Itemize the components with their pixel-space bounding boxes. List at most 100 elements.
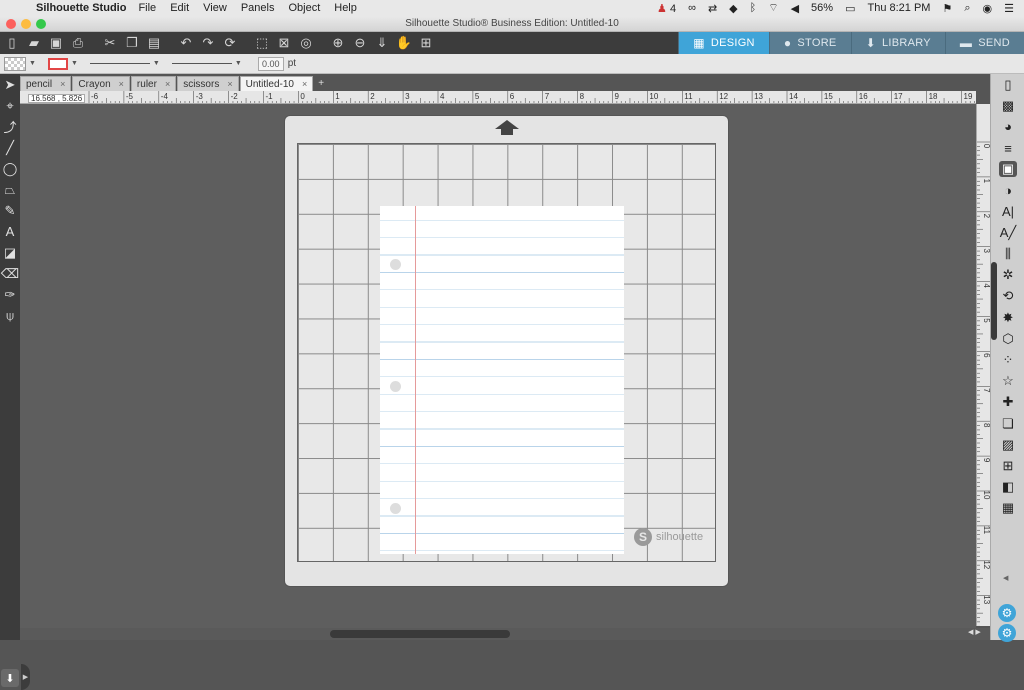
notification-status[interactable]: ♟ 4	[657, 2, 676, 15]
new-document-icon[interactable]: ▯	[2, 33, 22, 53]
line-style-selector[interactable]	[89, 63, 150, 64]
fill-tool-icon[interactable]: ◪	[0, 242, 20, 263]
save-icon[interactable]: ▣	[46, 33, 66, 53]
horizontal-scrollbar-thumb[interactable]	[330, 630, 510, 638]
undo-icon[interactable]: ↶	[176, 33, 196, 53]
select-arrow-icon[interactable]: ➤	[0, 74, 20, 95]
cut-icon[interactable]: ✂	[100, 33, 120, 53]
layers-icon[interactable]: ❏	[991, 413, 1024, 434]
tab-library[interactable]: ⬇ LIBRARY	[850, 32, 945, 54]
line-tool-icon[interactable]: ╱	[0, 137, 20, 158]
ellipse-tool-icon[interactable]: ◯	[0, 158, 20, 179]
doc-tab-crayon[interactable]: Crayon ×	[72, 76, 130, 91]
rhinestone-icon[interactable]: ⊞	[991, 455, 1024, 476]
point-edit-icon[interactable]: ⌖	[0, 95, 20, 116]
knife-tool-icon[interactable]: ✑	[0, 284, 20, 305]
modify-icon[interactable]: ✚	[991, 392, 1024, 413]
close-tab-icon[interactable]: ×	[227, 77, 232, 92]
horizontal-ruler[interactable]: -6 -5 -4 -3 -2 -1 0 1 2 3 4 5 6 7 8 9 10 11 12 13 14 15 16 17 18…	[20, 91, 976, 104]
menu-object[interactable]: Object	[288, 2, 320, 14]
text-to-path-icon[interactable]: A╱	[991, 222, 1024, 243]
freehand-pencil-icon[interactable]: ✎	[0, 200, 20, 221]
volume-icon[interactable]: ◀	[791, 2, 799, 15]
close-tab-icon[interactable]: ×	[60, 77, 65, 92]
battery-percent[interactable]: 56%	[811, 2, 833, 14]
doc-tab-pencil[interactable]: pencil ×	[20, 76, 72, 92]
sync-icon[interactable]: ⇄	[708, 2, 717, 15]
flag-icon[interactable]: ⚑	[942, 2, 952, 15]
scroll-arrows-icon[interactable]: ◀ ▶	[968, 628, 981, 636]
expand-panel-arrow-icon[interactable]: ▶	[21, 664, 30, 690]
redraw-icon[interactable]: ⟳	[220, 33, 240, 53]
bluetooth-icon[interactable]: ᛒ	[750, 2, 757, 14]
fit-to-page-icon[interactable]: ⊞	[416, 33, 436, 53]
menu-file[interactable]: File	[138, 2, 156, 14]
notification-center-icon[interactable]: ☰	[1004, 2, 1014, 15]
zoom-in-icon[interactable]: ⊕	[328, 33, 348, 53]
help-icon[interactable]: ⚙	[998, 624, 1016, 642]
siri-icon[interactable]: ◉	[983, 2, 993, 15]
line-color-dropdown-icon[interactable]: ▼	[71, 60, 78, 67]
dropbox-icon[interactable]: ◆	[729, 2, 737, 15]
print-icon[interactable]: ⎙	[68, 33, 88, 53]
fill-color-swatch[interactable]	[4, 56, 26, 71]
image-effects-icon[interactable]: ▣	[991, 159, 1024, 180]
menu-panels[interactable]: Panels	[241, 2, 275, 14]
favorite-star-icon[interactable]: ☆	[991, 371, 1024, 392]
line-style-icon[interactable]: ≡	[991, 138, 1024, 159]
eraser-icon[interactable]: ⌫	[0, 263, 20, 284]
minimize-window-button[interactable]	[21, 19, 31, 29]
line-width-input[interactable]: 0.00	[257, 56, 284, 71]
wifi-icon[interactable]: ⌔	[768, 1, 778, 15]
fill-dropdown-icon[interactable]: ▼	[29, 60, 36, 67]
close-window-button[interactable]	[6, 19, 16, 29]
zoom-fit-icon[interactable]: ⇓	[372, 33, 392, 53]
app-name-menu[interactable]: Silhouette Studio	[36, 2, 126, 14]
line-style-dropdown-icon[interactable]: ▼	[153, 60, 160, 67]
tab-design[interactable]: ▦ DESIGN	[678, 32, 769, 54]
close-tab-icon[interactable]: ×	[165, 77, 170, 92]
contrast-icon[interactable]: ◑	[991, 180, 1024, 201]
curve-edit-icon[interactable]: ⤴	[0, 116, 20, 137]
panel-collapse-arrow-icon[interactable]: ◀	[1003, 574, 1008, 582]
open-folder-icon[interactable]: ▰	[24, 33, 44, 53]
line-weight-selector[interactable]	[171, 63, 232, 64]
spotlight-search-icon[interactable]: ⌕	[964, 2, 970, 15]
creative-cloud-icon[interactable]: ∞	[688, 2, 696, 14]
vertical-scrollbar-thumb[interactable]	[991, 262, 997, 340]
menu-view[interactable]: View	[203, 2, 227, 14]
pixscan-icon[interactable]: ▩	[991, 95, 1024, 116]
fill-palette-icon[interactable]: ◕	[991, 116, 1024, 137]
close-tab-icon[interactable]: ×	[119, 77, 124, 92]
doc-tab-scissors[interactable]: scissors ×	[177, 76, 239, 92]
menu-edit[interactable]: Edit	[170, 2, 189, 14]
select-by-color-icon[interactable]: ◎	[296, 33, 316, 53]
text-tool-icon[interactable]: A	[0, 221, 20, 242]
doc-tab-ruler[interactable]: ruler ×	[130, 76, 177, 92]
tab-send[interactable]: ▬ SEND	[944, 32, 1024, 54]
warp-icon[interactable]: ▦	[991, 498, 1024, 519]
polygon-tool-icon[interactable]: ⏢	[0, 179, 20, 200]
tab-store[interactable]: ● STORE	[768, 32, 851, 54]
page-setup-icon[interactable]: ▯	[991, 74, 1024, 95]
align-icon[interactable]: ⫼	[991, 244, 1024, 265]
trace-icon[interactable]: ⁘	[991, 349, 1024, 370]
library-panel-toggle-icon[interactable]: ⬇	[1, 669, 19, 687]
notebook-paper-page[interactable]	[380, 206, 624, 554]
menu-help[interactable]: Help	[334, 2, 357, 14]
copy-icon[interactable]: ❐	[122, 33, 142, 53]
paste-icon[interactable]: ▤	[144, 33, 164, 53]
select-all-icon[interactable]: ⬚	[252, 33, 272, 53]
clock[interactable]: Thu 8:21 PM	[867, 2, 930, 14]
text-style-icon[interactable]: A|	[991, 201, 1024, 222]
vertical-ruler[interactable]: 012345678910111213	[976, 104, 990, 626]
zoom-window-button[interactable]	[36, 19, 46, 29]
redo-icon[interactable]: ↷	[198, 33, 218, 53]
cutting-mat[interactable]: S silhouette	[284, 115, 729, 587]
hatch-icon[interactable]: ▨	[991, 434, 1024, 455]
zoom-out-icon[interactable]: ⊖	[350, 33, 370, 53]
doc-tab-untitled-10[interactable]: Untitled-10 ×	[239, 76, 314, 91]
pan-hand-icon[interactable]: ✋	[394, 33, 414, 53]
emboss-icon[interactable]: ◧	[991, 477, 1024, 498]
eyedropper-icon[interactable]: ⍦	[0, 305, 20, 326]
